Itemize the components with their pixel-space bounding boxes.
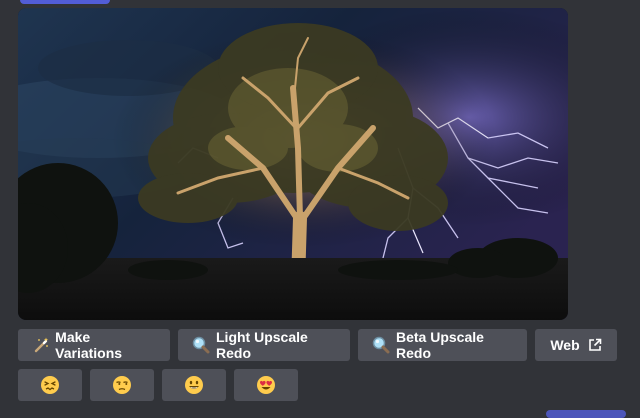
beta-upscale-redo-button[interactable]: Beta Upscale Redo [358, 329, 527, 361]
reaction-heart-eyes-button[interactable] [234, 369, 298, 401]
light-upscale-redo-label: Light Upscale Redo [216, 329, 308, 361]
web-link-button[interactable]: Web [535, 329, 617, 361]
previous-message-edge [0, 0, 640, 6]
magic-wand-icon [32, 336, 49, 354]
magnifier-icon [192, 336, 210, 354]
reaction-confounded-button[interactable] [18, 369, 82, 401]
next-message-edge [546, 410, 626, 418]
lightning-tree-image [18, 8, 568, 320]
grinning-face-emoji [185, 376, 203, 394]
beta-upscale-redo-label: Beta Upscale Redo [396, 329, 484, 361]
generated-image[interactable] [18, 8, 568, 320]
reaction-unamused-button[interactable] [90, 369, 154, 401]
web-label: Web [550, 337, 580, 353]
confounded-face-emoji [41, 376, 59, 394]
external-link-icon [588, 338, 602, 352]
heart-eyes-face-emoji [257, 376, 275, 394]
make-variations-button[interactable]: Make Variations [18, 329, 170, 361]
light-upscale-redo-button[interactable]: Light Upscale Redo [178, 329, 350, 361]
unamused-face-emoji [113, 376, 131, 394]
action-buttons: Make Variations Light Upscale Redo Beta … [18, 329, 617, 361]
magnifier-icon [372, 336, 390, 354]
make-variations-label: Make Variations [55, 329, 123, 361]
username-chip [20, 0, 110, 4]
reaction-grinning-button[interactable] [162, 369, 226, 401]
reaction-buttons [18, 369, 298, 401]
